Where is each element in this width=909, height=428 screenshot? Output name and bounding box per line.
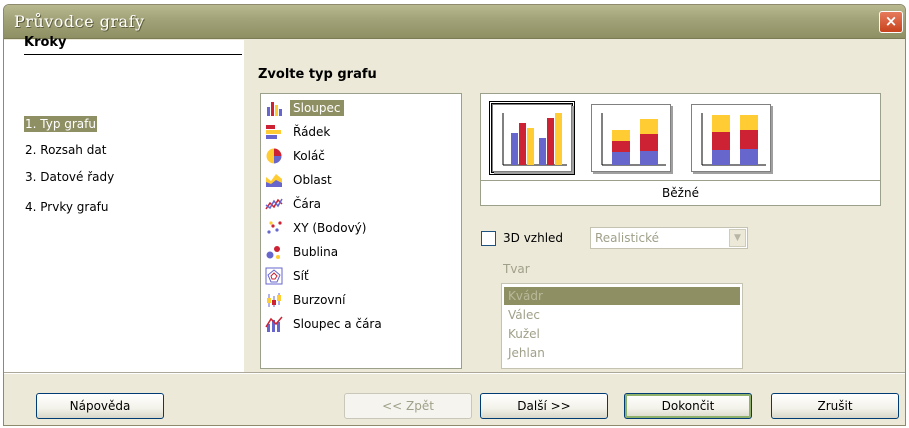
variant-preview (492, 104, 572, 172)
bubble-chart-icon (265, 243, 283, 261)
chart-type-item-stock[interactable]: Burzovní (263, 289, 459, 311)
chart-type-label: Burzovní (293, 293, 346, 307)
shape-item-cone: Kužel (508, 327, 540, 341)
next-button[interactable]: Další >> (480, 393, 608, 419)
stock-chart-icon (265, 291, 283, 309)
step-data-range[interactable]: 2. Rozsah dat (24, 142, 107, 158)
close-icon: × (884, 12, 898, 30)
back-button: << Zpět (344, 393, 472, 419)
window-title: Průvodce grafy (14, 12, 145, 31)
variant-preview (691, 104, 771, 172)
close-button[interactable]: × (879, 11, 903, 33)
column-chart-icon (265, 99, 283, 117)
steps-header: Kroky (24, 35, 242, 55)
chart-type-item-net[interactable]: Síť (263, 265, 459, 287)
line-chart-icon (265, 195, 283, 213)
3d-look-label[interactable]: 3D vzhled (503, 231, 563, 245)
chart-type-label: Bublina (293, 245, 339, 259)
chart-type-item-column[interactable]: Sloupec (263, 97, 459, 119)
appearance-value: Realistické (595, 231, 659, 245)
chart-type-item-bubble[interactable]: Bublina (263, 241, 459, 263)
finish-button[interactable]: Dokončit (624, 393, 752, 419)
chart-type-label: Síť (293, 269, 309, 283)
3d-look-checkbox[interactable] (481, 231, 496, 246)
chart-type-title: Zvolte typ grafu (258, 67, 377, 82)
chart-type-label: XY (Bodový) (293, 221, 367, 235)
step-data-series[interactable]: 3. Datové řady (24, 169, 115, 185)
chart-type-label: Sloupec (290, 100, 344, 116)
shape-item-cylinder: Válec (508, 308, 540, 322)
chart-type-label: Sloupec a čára (293, 317, 382, 331)
column-line-chart-icon (265, 315, 283, 333)
appearance-select: Realistické ▼ (590, 227, 748, 249)
help-button[interactable]: Nápověda (36, 393, 164, 419)
chart-type-label: Čára (293, 197, 322, 211)
chart-type-list[interactable]: Sloupec Řádek Koláč Oblast Čára XY (Bodo… (260, 93, 462, 369)
shape-item-cuboid: Kvádr (504, 287, 740, 305)
variant-normal-preview-icon (502, 113, 567, 166)
chart-type-label: Oblast (293, 173, 332, 187)
net-chart-icon (265, 267, 283, 285)
step-chart-elements[interactable]: 4. Prvky grafu (24, 199, 110, 215)
variant-percent-stacked[interactable] (688, 101, 774, 175)
variant-normal[interactable] (489, 101, 575, 175)
cancel-button[interactable]: Zrušit (771, 393, 899, 419)
bar-chart-icon (265, 123, 283, 141)
chart-type-item-area[interactable]: Oblast (263, 169, 459, 191)
variant-percent-preview-icon (701, 113, 766, 166)
chart-variants-panel: Běžné (480, 93, 881, 206)
shape-label: Tvar (503, 262, 530, 276)
title-bar[interactable]: Průvodce grafy × (4, 5, 905, 39)
chart-type-item-pie[interactable]: Koláč (263, 145, 459, 167)
chart-type-item-line[interactable]: Čára (263, 193, 459, 215)
pie-chart-icon (265, 147, 283, 165)
chart-wizard-dialog: Průvodce grafy × Kroky 1. Typ grafu 2. R… (3, 4, 906, 426)
chart-type-item-column-line[interactable]: Sloupec a čára (263, 313, 459, 335)
chart-type-label: Koláč (293, 149, 325, 163)
shape-list: Kvádr Válec Kužel Jehlan (501, 283, 743, 369)
variant-stacked[interactable] (588, 101, 674, 175)
variant-stacked-preview-icon (601, 113, 666, 166)
variant-caption: Běžné (481, 180, 880, 206)
chart-type-label: Řádek (293, 125, 331, 139)
chart-type-item-bar[interactable]: Řádek (263, 121, 459, 143)
chevron-down-icon: ▼ (729, 229, 746, 247)
area-chart-icon (265, 171, 283, 189)
step-chart-type[interactable]: 1. Typ grafu (24, 116, 97, 132)
footer-separator (4, 372, 905, 374)
shape-item-pyramid: Jehlan (508, 346, 545, 360)
scatter-chart-icon (265, 219, 283, 237)
chart-type-item-scatter[interactable]: XY (Bodový) (263, 217, 459, 239)
variant-preview (591, 104, 671, 172)
